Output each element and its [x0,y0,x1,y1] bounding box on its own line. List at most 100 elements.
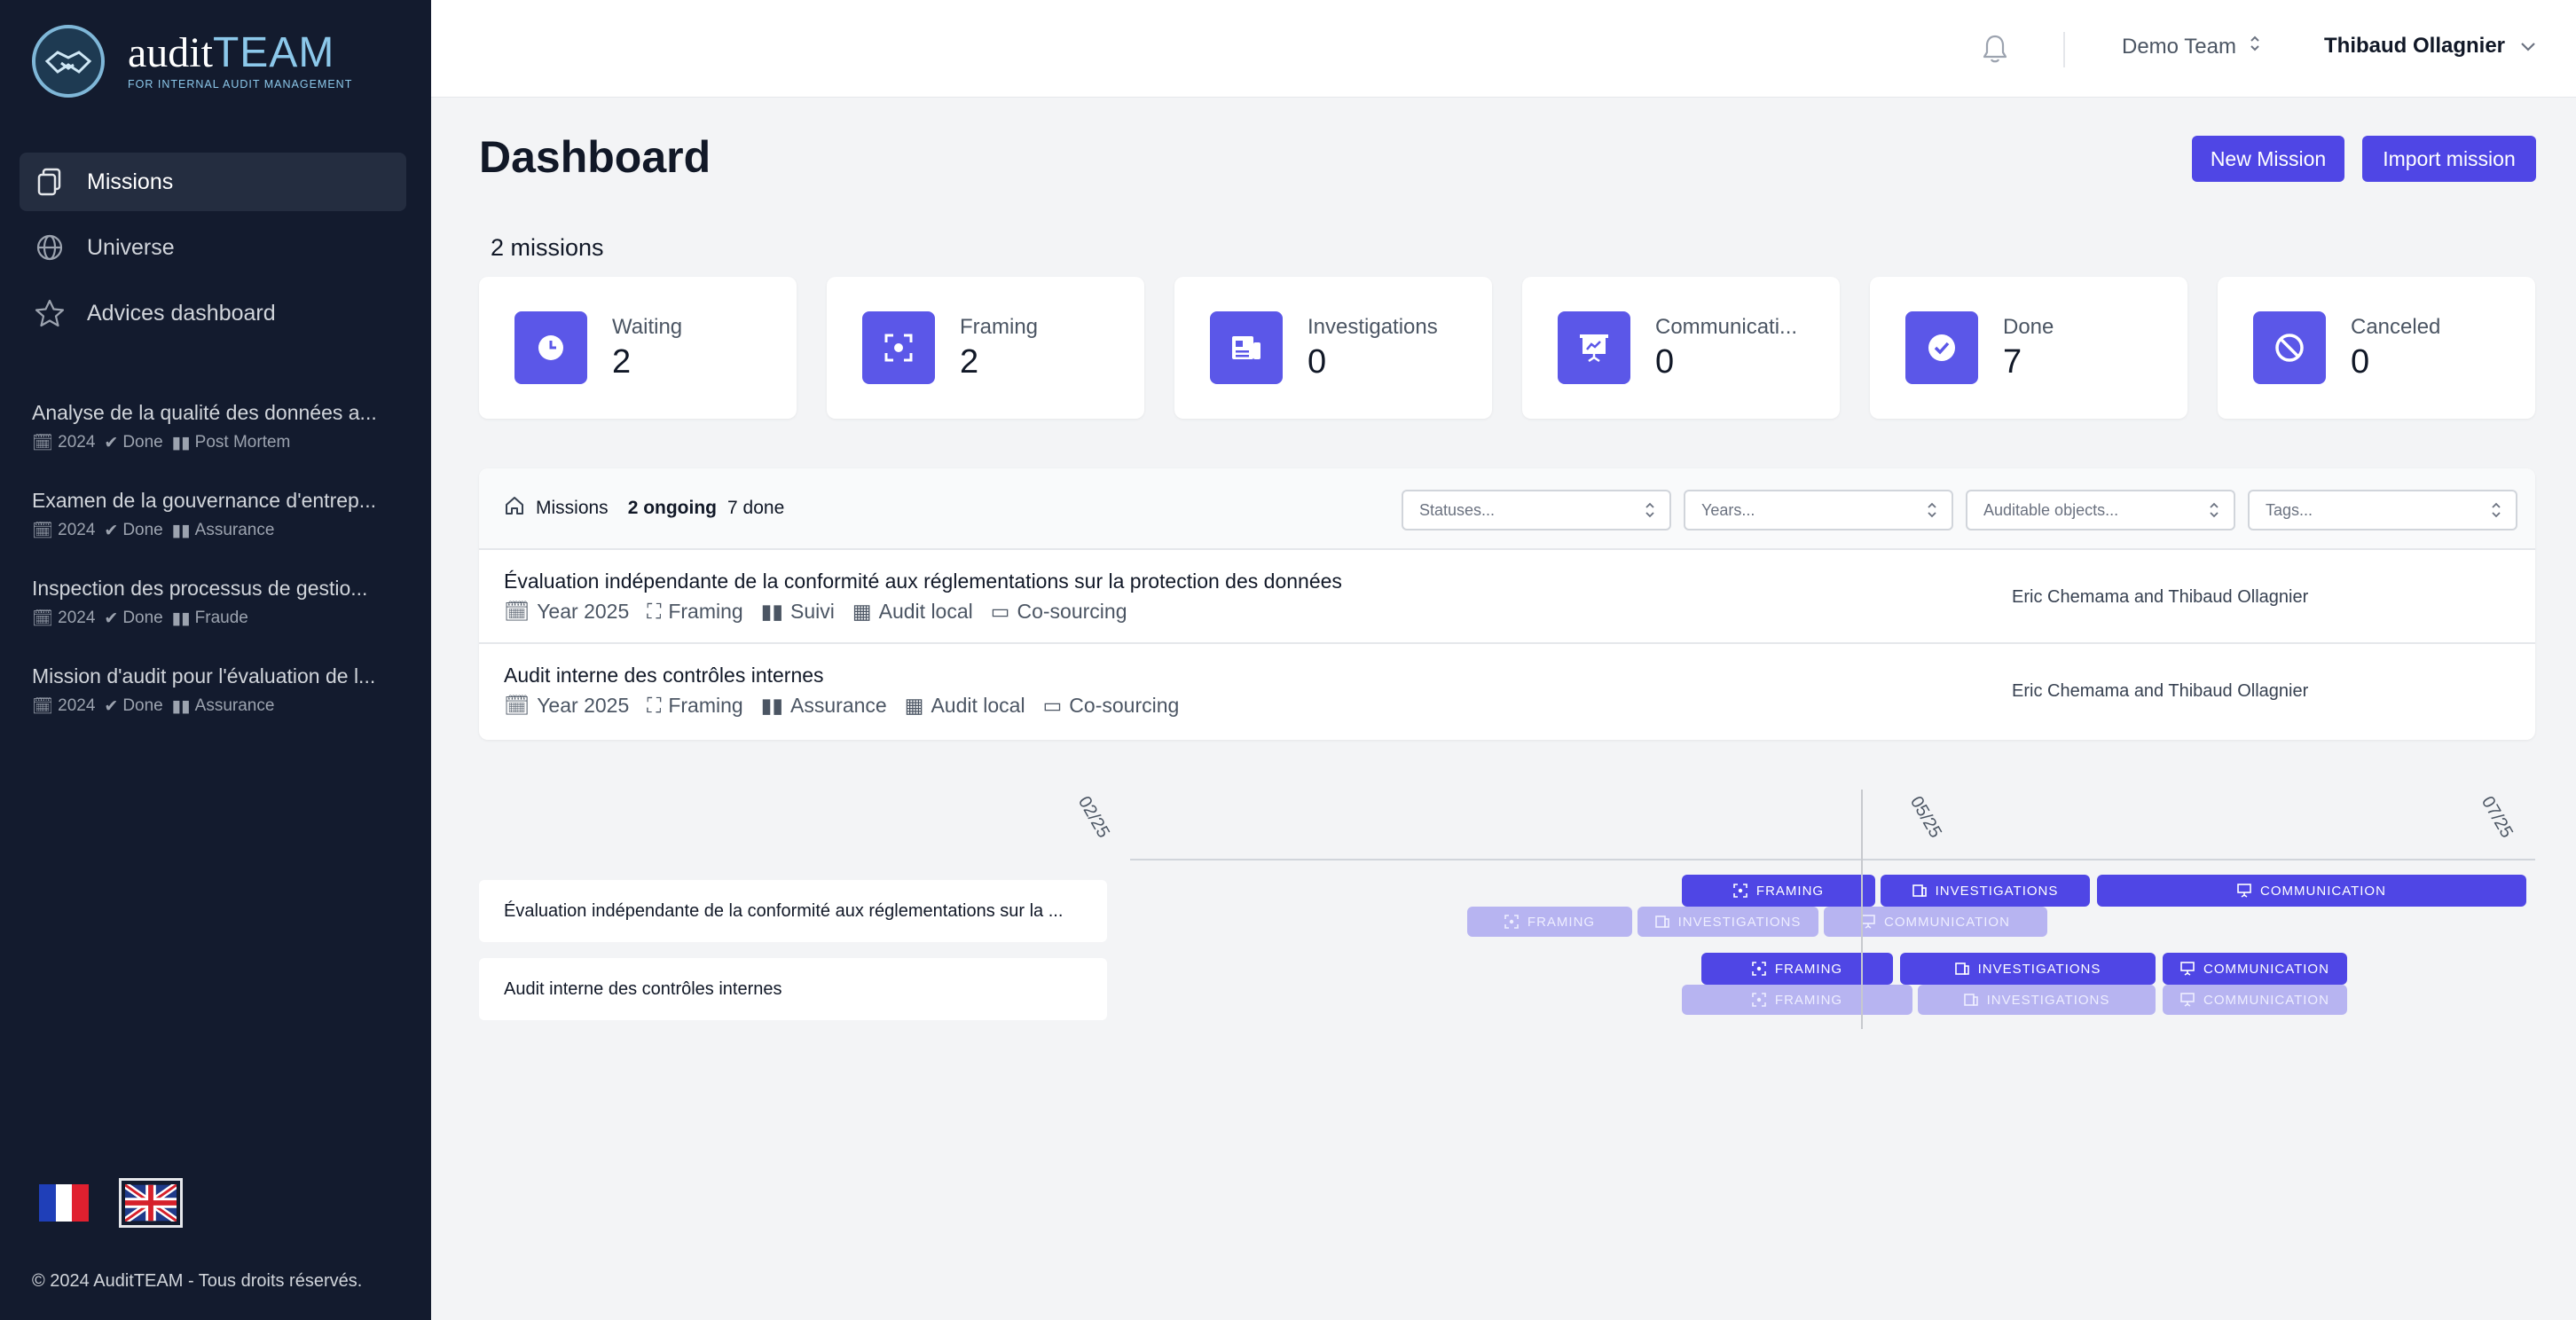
done-count[interactable]: 7 done [727,498,784,519]
sidebar-item-missions[interactable]: Missions [20,153,406,211]
tags-filter[interactable]: Tags... [2248,490,2517,530]
mission-status: Framing [668,600,743,623]
book-icon: ▮▮ [171,696,191,716]
calendar-icon: 🗓 [32,522,54,540]
bar-label: COMMUNICATION [2203,961,2329,977]
timeline-bar-investigations[interactable]: INVESTIGATIONS [1881,875,2090,907]
uk-flag-icon[interactable] [119,1178,183,1228]
recent-mission-item[interactable]: Inspection des processus de gestio... 🗓 2… [32,577,404,629]
card-value: 2 [612,342,632,381]
timeline-row-label[interactable]: Évaluation indépendante de la conformité… [479,880,1107,942]
chevron-down-icon [2519,34,2537,59]
filter-placeholder: Statuses... [1419,500,1496,519]
team-select[interactable]: Demo Team [2122,34,2261,59]
new-mission-button[interactable]: New Mission [2192,136,2344,182]
timeline-bar-framing[interactable]: FRAMING [1682,875,1875,907]
user-name: Thibaud Ollagnier [2324,34,2506,58]
timeline-row-label[interactable]: Audit interne des contrôles internes [479,958,1107,1020]
mission-type: Suivi [790,600,835,623]
card-label: Waiting [612,314,683,339]
missions-timeline: 02/25 05/25 07/25 Évaluation indépendant… [479,781,2535,1047]
recent-mission-status: Done [122,433,163,452]
mission-year: Year 2025 [537,600,630,623]
timeline-bar-communication-planned[interactable]: COMMUNICATION [1824,907,2047,937]
bar-label: INVESTIGATIONS [1935,883,2059,899]
timeline-bar-investigations-planned[interactable]: INVESTIGATIONS [1637,907,1818,937]
mission-title[interactable]: Audit interne des contrôles internes [504,664,824,688]
presentation-icon [1558,311,1630,384]
recent-missions: Analyse de la qualité des données a... 🗓… [32,401,404,752]
bar-label: INVESTIGATIONS [1977,961,2101,977]
home-icon[interactable] [504,495,525,522]
mission-row[interactable]: Évaluation indépendante de la conformité… [479,550,2535,644]
bar-label: COMMUNICATION [1884,914,2010,930]
auditable-objects-filter[interactable]: Auditable objects... [1966,490,2235,530]
filter-placeholder: Years... [1701,500,1755,519]
status-card-framing[interactable]: Framing 2 [827,277,1144,419]
timeline-bar-framing-planned[interactable]: FRAMING [1467,907,1632,937]
recent-mission-item[interactable]: Examen de la gouvernance d'entrep... 🗓 20… [32,489,404,541]
card-label: Done [2003,314,2054,339]
missions-panel-header: Missions 2 ongoing 7 done Statuses... Ye… [479,468,2535,550]
newspaper-icon [1963,994,1978,1006]
recent-mission-item[interactable]: Mission d'audit pour l'évaluation de l..… [32,664,404,717]
mission-title[interactable]: Évaluation indépendante de la conformité… [504,570,1342,593]
newspaper-icon [1912,884,1927,897]
recent-mission-year: 2024 [58,609,96,627]
timeline-bar-communication[interactable]: COMMUNICATION [2097,875,2526,907]
mission-scope: Audit local [878,600,973,623]
bell-icon[interactable] [1982,34,2008,68]
status-card-canceled[interactable]: Canceled 0 [2218,277,2535,419]
card-label: Communicati... [1655,314,1798,339]
focus-icon [862,311,935,384]
card-value: 0 [1308,342,1327,381]
timeline-bar-communication[interactable]: COMMUNICATION [2163,953,2347,985]
star-icon [34,297,66,329]
ongoing-count[interactable]: 2 ongoing [628,498,717,519]
card-value: 0 [2351,342,2370,381]
logo[interactable]: auditTEAM FOR INTERNAL AUDIT MANAGEMENT [32,25,352,98]
sidebar-item-universe[interactable]: Universe [20,218,406,277]
document-icon [34,166,66,198]
sidebar-nav: Missions Universe Advices dashboard [20,153,406,350]
mission-scope: Audit local [931,694,1025,717]
recent-mission-item[interactable]: Analyse de la qualité des données a... 🗓… [32,401,404,453]
breadcrumb-missions[interactable]: Missions [536,498,609,519]
recent-mission-category: Post Mortem [194,433,291,452]
calendar-icon: 🗓 [32,697,54,716]
timeline-bar-investigations-planned[interactable]: INVESTIGATIONS [1918,985,2156,1015]
timeline-date: 02/25 [1073,793,1114,842]
status-card-investigations[interactable]: Investigations 0 [1174,277,1492,419]
presentation-icon [2180,962,2195,976]
status-card-communication[interactable]: Communicati... 0 [1522,277,1840,419]
presentation-icon [2180,993,2195,1007]
calendar-icon: 🗓 [504,694,530,717]
ban-icon [2253,311,2326,384]
focus-icon [1752,993,1766,1007]
status-card-done[interactable]: Done 7 [1870,277,2187,419]
status-card-waiting[interactable]: Waiting 2 [479,277,797,419]
team-select-value: Demo Team [2122,34,2236,59]
timeline-bar-framing[interactable]: FRAMING [1701,953,1893,985]
recent-mission-status: Done [122,521,163,539]
timeline-bar-communication-planned[interactable]: COMMUNICATION [2163,985,2347,1015]
import-mission-button[interactable]: Import mission [2362,136,2536,182]
mission-type: Assurance [790,694,887,717]
check-circle-icon: ✔ [104,433,119,452]
book-icon: ▮▮ [171,433,191,452]
newspaper-icon [1954,962,1969,975]
user-menu[interactable]: Thibaud Ollagnier [2324,34,2537,59]
mission-row[interactable]: Audit interne des contrôles internes 🗓 Ye… [479,644,2535,738]
french-flag-icon[interactable] [39,1184,90,1222]
sidebar-item-advices-dashboard[interactable]: Advices dashboard [20,284,406,342]
language-switcher [39,1178,183,1228]
years-filter[interactable]: Years... [1684,490,1953,530]
clock-icon [514,311,587,384]
bar-label: FRAMING [1527,914,1596,930]
statuses-filter[interactable]: Statuses... [1402,490,1671,530]
timeline-bar-framing-planned[interactable]: FRAMING [1682,985,1912,1015]
timeline-bar-investigations[interactable]: INVESTIGATIONS [1900,953,2156,985]
bar-label: COMMUNICATION [2260,883,2386,899]
timeline-axis [1130,859,2535,860]
inbox-icon: ▭ [1042,694,1063,717]
